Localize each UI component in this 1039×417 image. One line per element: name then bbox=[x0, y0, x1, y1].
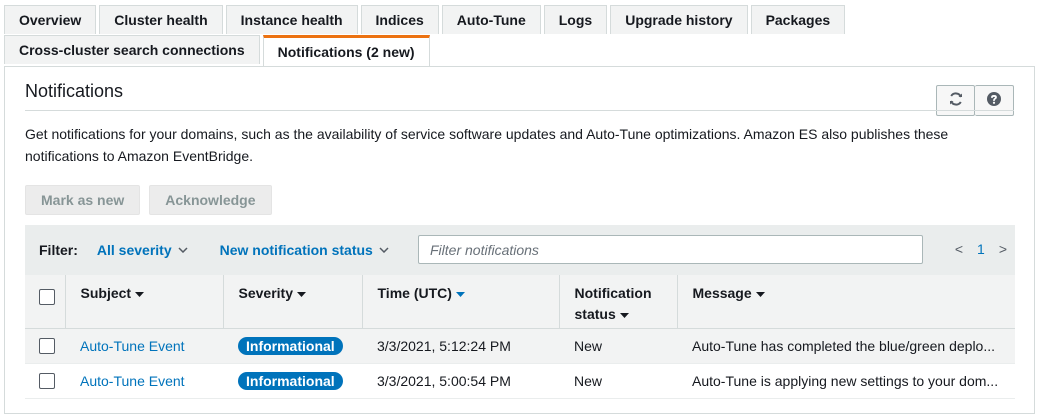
tab-cluster-health[interactable]: Cluster health bbox=[99, 5, 223, 34]
header-divider bbox=[25, 110, 1014, 111]
tab-overview[interactable]: Overview bbox=[4, 5, 97, 34]
severity-badge: Informational bbox=[238, 371, 343, 390]
tab-bar: Overview Cluster health Instance health … bbox=[4, 5, 1036, 66]
row-select-cell bbox=[25, 363, 65, 399]
panel-title: Notifications bbox=[25, 81, 124, 101]
chevron-down-icon bbox=[379, 247, 389, 253]
severity-dropdown[interactable]: All severity bbox=[97, 242, 188, 258]
next-page-icon[interactable]: > bbox=[999, 241, 1007, 257]
notifications-table: Subject Severity Time (UTC) Notification… bbox=[25, 275, 1015, 399]
tab-packages[interactable]: Packages bbox=[750, 5, 846, 34]
tab-cross-cluster-search[interactable]: Cross-cluster search connections bbox=[4, 35, 260, 64]
tab-upgrade-history[interactable]: Upgrade history bbox=[610, 5, 748, 34]
column-message[interactable]: Message bbox=[677, 275, 1015, 329]
sort-down-icon bbox=[135, 291, 145, 297]
tab-instance-health[interactable]: Instance health bbox=[225, 5, 358, 34]
table-row[interactable]: Auto-Tune Event Informational 3/3/2021, … bbox=[25, 328, 1015, 364]
severity-dropdown-label: All severity bbox=[96, 242, 172, 258]
filter-label: Filter: bbox=[39, 242, 78, 258]
column-severity[interactable]: Severity bbox=[223, 275, 363, 329]
refresh-icon bbox=[948, 91, 964, 110]
subject-cell: Auto-Tune Event bbox=[65, 328, 223, 364]
chevron-down-icon bbox=[178, 247, 188, 253]
tab-logs[interactable]: Logs bbox=[543, 5, 608, 34]
subject-link[interactable]: Auto-Tune Event bbox=[80, 373, 185, 389]
row-checkbox[interactable] bbox=[39, 373, 55, 390]
sort-down-icon bbox=[755, 291, 765, 297]
severity-cell: Informational bbox=[223, 328, 362, 364]
pagination: < 1 > bbox=[955, 241, 1007, 257]
tab-row-1: Overview Cluster health Instance health … bbox=[4, 5, 1036, 35]
select-all-cell bbox=[25, 275, 66, 329]
prev-page-icon[interactable]: < bbox=[955, 241, 963, 257]
message-cell: Auto-Tune is applying new settings to yo… bbox=[677, 363, 1015, 399]
status-cell: New bbox=[559, 328, 677, 364]
tab-auto-tune[interactable]: Auto-Tune bbox=[441, 5, 541, 34]
message-cell: Auto-Tune has completed the blue/green d… bbox=[677, 328, 1015, 364]
tab-notifications[interactable]: Notifications (2 new) bbox=[262, 35, 430, 66]
filter-input[interactable] bbox=[418, 235, 923, 264]
panel-description: Get notifications for your domains, such… bbox=[25, 126, 949, 164]
table-row[interactable]: Auto-Tune Event Informational 3/3/2021, … bbox=[25, 363, 1015, 399]
refresh-button[interactable] bbox=[936, 85, 975, 116]
status-dropdown[interactable]: New notification status bbox=[220, 242, 389, 258]
tab-row-2: Cross-cluster search connections Notific… bbox=[4, 35, 1036, 66]
severity-badge: Informational bbox=[238, 336, 343, 355]
column-time[interactable]: Time (UTC) bbox=[362, 275, 560, 329]
row-select-cell bbox=[25, 328, 65, 364]
row-checkbox[interactable] bbox=[39, 338, 55, 355]
time-cell: 3/3/2021, 5:00:54 PM bbox=[362, 363, 559, 399]
status-cell: New bbox=[559, 363, 677, 399]
notifications-panel: Notifications Get notifications for your… bbox=[4, 66, 1035, 414]
time-cell: 3/3/2021, 5:12:24 PM bbox=[362, 328, 559, 364]
tab-indices[interactable]: Indices bbox=[360, 5, 439, 34]
column-notification-status[interactable]: Notification status bbox=[559, 275, 678, 329]
action-buttons: Mark as new Acknowledge bbox=[25, 185, 272, 215]
subject-link[interactable]: Auto-Tune Event bbox=[80, 338, 185, 354]
panel-header: Notifications bbox=[25, 81, 1014, 116]
mark-as-new-button[interactable]: Mark as new bbox=[25, 185, 141, 215]
filter-bar: Filter: All severity New notification st… bbox=[25, 225, 1015, 275]
page-number[interactable]: 1 bbox=[977, 241, 985, 257]
help-button[interactable] bbox=[975, 85, 1014, 116]
acknowledge-button[interactable]: Acknowledge bbox=[149, 185, 272, 215]
header-buttons bbox=[936, 85, 1014, 116]
severity-cell: Informational bbox=[223, 363, 362, 399]
column-subject[interactable]: Subject bbox=[65, 275, 224, 329]
table-header-row: Subject Severity Time (UTC) Notification… bbox=[25, 275, 1015, 329]
sort-down-icon bbox=[296, 291, 306, 297]
sort-active-down-icon bbox=[455, 291, 465, 297]
help-icon bbox=[986, 91, 1002, 110]
status-dropdown-label: New notification status bbox=[219, 242, 373, 258]
subject-cell: Auto-Tune Event bbox=[65, 363, 223, 399]
sort-down-icon bbox=[619, 312, 629, 318]
select-all-checkbox[interactable] bbox=[39, 289, 55, 306]
